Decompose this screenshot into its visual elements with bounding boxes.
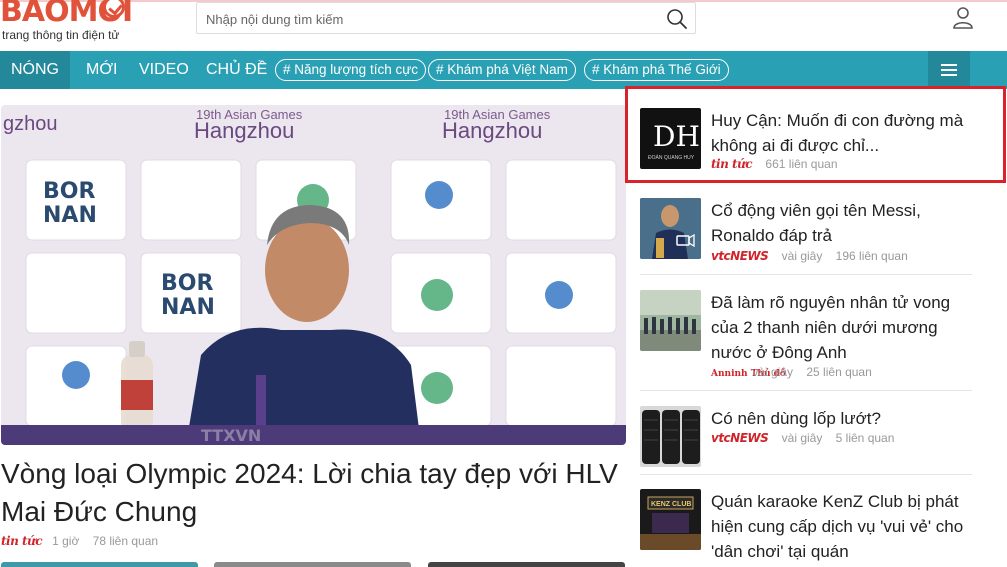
side-article-thumb: DH ĐOÀN QUANG HUY xyxy=(640,108,701,169)
side-article-thumb xyxy=(640,198,701,259)
nav-item-chu-de[interactable]: CHỦ ĐỀ xyxy=(206,51,267,89)
logo-tagline: trang thông tin điện tử xyxy=(2,28,120,42)
bottom-article-thumb[interactable] xyxy=(214,562,411,567)
bottom-article-thumb[interactable] xyxy=(1,562,198,567)
search-box xyxy=(196,2,696,34)
hero-img-sponsor-1: BOR xyxy=(43,179,95,204)
side-article-item[interactable]: DH ĐOÀN QUANG HUY Huy Cận: Muốn đi con đ… xyxy=(640,108,973,171)
user-account-button[interactable] xyxy=(950,5,976,31)
tag-kham-pha-the-gioi[interactable]: # Khám phá Thế Giới xyxy=(584,59,729,81)
side-time: vài giây xyxy=(781,431,823,445)
side-related-count[interactable]: 196 liên quan xyxy=(836,249,908,263)
tag-kham-pha-viet-nam[interactable]: # Khám phá Việt Nam xyxy=(428,59,576,81)
search-icon xyxy=(667,9,687,29)
side-source-logo[interactable]: vtcNEWS xyxy=(711,249,769,263)
side-article-meta: tin tức 661 liên quan xyxy=(711,157,838,171)
side-time: vài giây xyxy=(752,365,794,379)
side-article-meta: Anninh Thủ đô vài giây 25 liên quan xyxy=(711,365,872,379)
hero-article-image[interactable]: 19th Asian Games Hangzhou 19th Asian Gam… xyxy=(1,105,626,445)
tag-nang-luong-tich-cuc[interactable]: # Năng lượng tích cực xyxy=(275,59,426,81)
hamburger-icon xyxy=(941,64,957,66)
nav-item-moi[interactable]: MỚI xyxy=(86,51,118,89)
side-article-thumb xyxy=(640,290,701,351)
hero-img-city-0: gzhou xyxy=(3,113,58,135)
svg-text:NAN: NAN xyxy=(43,203,97,228)
side-article-title[interactable]: Huy Cận: Muốn đi con đường mà không ai đ… xyxy=(711,108,973,158)
side-article-item[interactable]: Có nên dùng lốp lướt? vtcNEWS vài giây 5… xyxy=(640,406,972,468)
side-article-title[interactable]: Cổ động viên gọi tên Messi, Ronaldo đáp … xyxy=(711,198,973,248)
hero-img-city-2: Hangzhou xyxy=(442,118,542,143)
side-related-count[interactable]: 5 liên quan xyxy=(836,431,895,445)
hero-img-watermark: TTXVN xyxy=(201,426,261,445)
search-input[interactable] xyxy=(206,10,656,28)
side-time: vài giây xyxy=(781,249,823,263)
hero-source-logo[interactable]: tin tức xyxy=(1,534,43,548)
hero-img-sponsor-2: BOR xyxy=(161,271,213,296)
hero-article-meta: tin tức 1 giờ 78 liên quan xyxy=(1,534,158,548)
hero-time: 1 giờ xyxy=(52,534,80,548)
nav-item-video[interactable]: VIDEO xyxy=(139,51,189,89)
thumb-sign-text: KENZ CLUB xyxy=(651,501,691,508)
divider xyxy=(640,474,972,475)
side-source-logo[interactable]: vtcNEWS xyxy=(711,431,769,445)
divider xyxy=(640,274,972,275)
side-related-count[interactable]: 661 liên quan xyxy=(765,157,837,171)
baomoi-logo[interactable]: BAOMOI trang thông tin điện tử xyxy=(0,0,140,44)
side-article-title[interactable]: Quán karaoke KenZ Club bị phát hiện cung… xyxy=(711,489,973,564)
thumb-logo-caption: ĐOÀN QUANG HUY xyxy=(648,154,695,161)
side-article-item[interactable]: KENZ CLUB Quán karaoke KenZ Club bị phát… xyxy=(640,489,972,567)
bottom-article-thumb[interactable] xyxy=(428,562,625,567)
side-article-meta: vtcNEWS vài giây 196 liên quan xyxy=(711,249,908,263)
side-article-title[interactable]: Đã làm rõ nguyên nhân tử vong của 2 than… xyxy=(711,290,973,365)
hero-related-count[interactable]: 78 liên quan xyxy=(93,534,158,548)
hero-photo: 19th Asian Games Hangzhou 19th Asian Gam… xyxy=(1,105,626,445)
side-source-logo[interactable]: Anninh Thủ đô xyxy=(711,370,786,379)
side-source-logo[interactable]: tin tức xyxy=(711,157,753,171)
side-article-item[interactable]: Đã làm rõ nguyên nhân tử vong của 2 than… xyxy=(640,290,972,380)
hero-img-city-1: Hangzhou xyxy=(194,118,294,143)
side-article-title[interactable]: Có nên dùng lốp lướt? xyxy=(711,406,973,431)
divider xyxy=(640,390,972,391)
svg-text:NAN: NAN xyxy=(161,295,215,320)
side-article-thumb: KENZ CLUB xyxy=(640,489,701,550)
side-article-meta: vtcNEWS vài giây 5 liên quan xyxy=(711,431,894,445)
side-article-item[interactable]: Cổ động viên gọi tên Messi, Ronaldo đáp … xyxy=(640,198,973,263)
main-nav: NÓNG MỚI VIDEO CHỦ ĐỀ # Năng lượng tích … xyxy=(0,51,1007,89)
side-related-count[interactable]: 25 liên quan xyxy=(806,365,871,379)
hamburger-menu-button[interactable] xyxy=(928,51,970,89)
thumb-logo-text: DH xyxy=(653,120,700,153)
side-article-thumb xyxy=(640,406,701,467)
hero-article-title[interactable]: Vòng loại Olympic 2024: Lời chia tay đẹp… xyxy=(1,455,621,531)
user-icon xyxy=(953,7,973,29)
nav-item-nong[interactable]: NÓNG xyxy=(0,51,70,89)
search-button[interactable] xyxy=(665,7,689,31)
